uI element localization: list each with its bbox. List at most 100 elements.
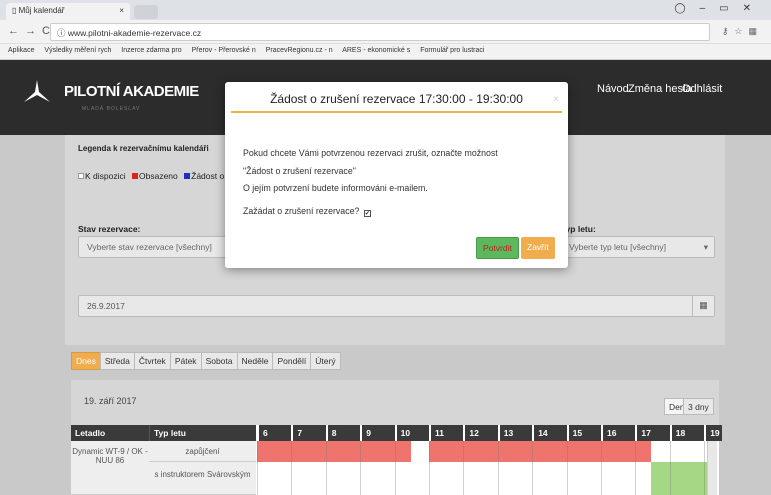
hour-header-cell: 13 (497, 425, 533, 441)
view-3days-button[interactable]: 3 dny (683, 398, 714, 415)
star-icon[interactable]: ☆ (734, 26, 748, 36)
date-value: 26.9.2017 (87, 301, 125, 311)
maximize-icon[interactable]: ▭ (719, 3, 742, 14)
hour-gridline (291, 441, 293, 495)
hour-gridline (360, 441, 362, 495)
hour-gridline (566, 441, 568, 495)
bookmark-item[interactable]: ARES - ekonomické s (342, 47, 410, 54)
modal-title: Žádost o zrušení rezervace 17:30:00 - 19… (270, 92, 523, 106)
minimize-icon[interactable]: – (700, 3, 720, 14)
hour-header-cell: 12 (463, 425, 498, 441)
tab-dnes[interactable]: Dnes (71, 352, 101, 370)
modal-close-icon[interactable]: × (553, 94, 559, 105)
legend-label: Žádost o (191, 171, 225, 181)
legend-swatch-occupied (132, 173, 139, 179)
checkbox-label: Zažádat o zrušení rezervace? (243, 206, 360, 216)
hour-header-cell: 7 (291, 425, 326, 441)
modal-text-line1: Pokud chcete Vámi potvrzenou rezervaci z… (243, 148, 498, 158)
calendar-panel: 19. září 2017 Den 3 dny Letadlo Typ letu… (71, 380, 723, 495)
scrollbar[interactable] (707, 441, 717, 495)
forward-icon[interactable]: → (25, 25, 42, 37)
hour-gridline (601, 441, 602, 495)
bookmarks-bar: Aplikace Výsledky měření rych Inzerce zd… (0, 44, 771, 60)
modal-divider (231, 111, 562, 113)
brand-name[interactable]: PILOTNÍ AKADEMIE (64, 83, 199, 100)
bookmark-item[interactable]: Inzerce zdarma pro (121, 47, 181, 54)
legend-swatch-request (184, 173, 191, 179)
brand-subtitle: MLADÁ BOLESLAV (82, 106, 141, 112)
flight-type-cell: s instruktorem Svárovským (149, 462, 256, 495)
col-letadlo-header: Letadlo (71, 425, 149, 441)
legend: K dispozici Obsazeno Žádost o (78, 171, 224, 181)
calendar-icon[interactable]: ▦ (692, 296, 714, 316)
bookmark-item[interactable]: Formulář pro lustraci (420, 47, 484, 54)
tab-utery[interactable]: Úterý (310, 352, 341, 370)
stav-rezervace-label: Stav rezervace: (78, 224, 141, 234)
tab-sobota[interactable]: Sobota (200, 352, 238, 370)
modal-text-line2: "Žádost o zrušení rezervace" (243, 166, 356, 176)
hour-header-cell: 6 (257, 425, 292, 441)
tab-close-icon[interactable]: × (119, 6, 124, 15)
tab-title: Můj kalendář (18, 6, 65, 15)
profile-icon[interactable]: ◯ (674, 3, 699, 14)
bookmark-item[interactable]: PracevRegionu.cz - n (266, 47, 333, 54)
extension-icon[interactable]: ▦ (748, 26, 763, 36)
close-window-icon[interactable]: ✕ (743, 3, 765, 14)
hour-header-cell: 11 (429, 425, 464, 441)
hour-gridline (704, 441, 706, 495)
cancel-request-checkbox[interactable]: ✔ (363, 210, 371, 217)
extension-icons: ⚷☆▦ (722, 26, 763, 37)
close-button[interactable]: Zavřít (521, 237, 555, 259)
bookmark-apps[interactable]: Aplikace (8, 47, 34, 54)
legend-swatch-available (78, 173, 84, 179)
col-typ-header: Typ letu (149, 425, 256, 441)
navigation-buttons: ←→C (8, 25, 56, 37)
chevron-down-icon: ▾ (703, 242, 708, 252)
reservation-bar-occupied[interactable] (257, 441, 411, 462)
address-bar-row: ←→C ⓘ www.pilotni-akademie-rezervace.cz … (0, 20, 771, 44)
bookmark-item[interactable]: Přerov - Přerovské n (192, 47, 256, 54)
legend-label: K dispozici (85, 171, 126, 181)
hour-gridline (257, 441, 258, 495)
hour-header-cell: 14 (532, 425, 567, 441)
calendar-grid: Letadlo Typ letu 6 7 8 9 10 11 12 13 14 15 16 17 18 1… (71, 425, 723, 495)
hour-gridline (325, 441, 327, 495)
page-icon: ▯ (12, 6, 19, 15)
typ-letu-select[interactable]: Vyberte typ letu [všechny] ▾ (560, 236, 715, 258)
reservation-bar-occupied[interactable] (429, 441, 651, 462)
reservation-bar-request[interactable] (651, 462, 707, 495)
browser-tab[interactable]: ▯ Můj kalendář × (6, 3, 130, 20)
key-icon[interactable]: ⚷ (722, 26, 735, 36)
hour-gridline (532, 441, 534, 495)
new-tab-button[interactable] (134, 5, 158, 19)
calendar-date-label: 19. září 2017 (84, 396, 137, 406)
back-icon[interactable]: ← (8, 25, 25, 37)
tab-pondeli[interactable]: Pondělí (272, 352, 312, 370)
hour-gridline (394, 441, 396, 495)
date-input[interactable]: 26.9.2017 ▦ (78, 295, 715, 317)
hour-gridline (429, 441, 430, 495)
hour-header-cell: 8 (325, 425, 361, 441)
hour-gridline (669, 441, 671, 495)
typ-letu-value: Vyberte typ letu [všechny] (569, 242, 667, 252)
confirm-button[interactable]: Potvrdit (476, 237, 519, 259)
tab-ctvrtek[interactable]: Čtvrtek (133, 352, 171, 370)
tab-nedele[interactable]: Neděle (236, 352, 274, 370)
tab-patek[interactable]: Pátek (169, 352, 202, 370)
flight-type-cell: zapůjčení (149, 441, 256, 462)
hour-header-cell: 15 (566, 425, 601, 441)
hour-header-cell: 17 (635, 425, 670, 441)
nav-odhlasit[interactable]: Odhlásit (682, 83, 722, 95)
legend-label: Obsazeno (139, 171, 178, 181)
hour-gridline (635, 441, 637, 495)
legend-title: Legenda k rezervačnímu kalendáři (78, 144, 209, 153)
bookmark-item[interactable]: Výsledky měření rych (44, 47, 111, 54)
window-controls[interactable]: ◯–▭✕ (674, 3, 765, 14)
url-text: www.pilotni-akademie-rezervace.cz (67, 28, 202, 38)
cancel-request-checkbox-row[interactable]: Zažádat o zrušení rezervace? ✔ (243, 206, 371, 217)
hour-header-cell: 16 (601, 425, 636, 441)
url-input[interactable]: ⓘ www.pilotni-akademie-rezervace.cz (50, 23, 710, 41)
tab-streda[interactable]: Středa (99, 352, 135, 370)
browser-tab-strip: ▯ Můj kalendář × ◯–▭✕ (0, 0, 771, 20)
nav-navod[interactable]: Návod (597, 83, 629, 95)
